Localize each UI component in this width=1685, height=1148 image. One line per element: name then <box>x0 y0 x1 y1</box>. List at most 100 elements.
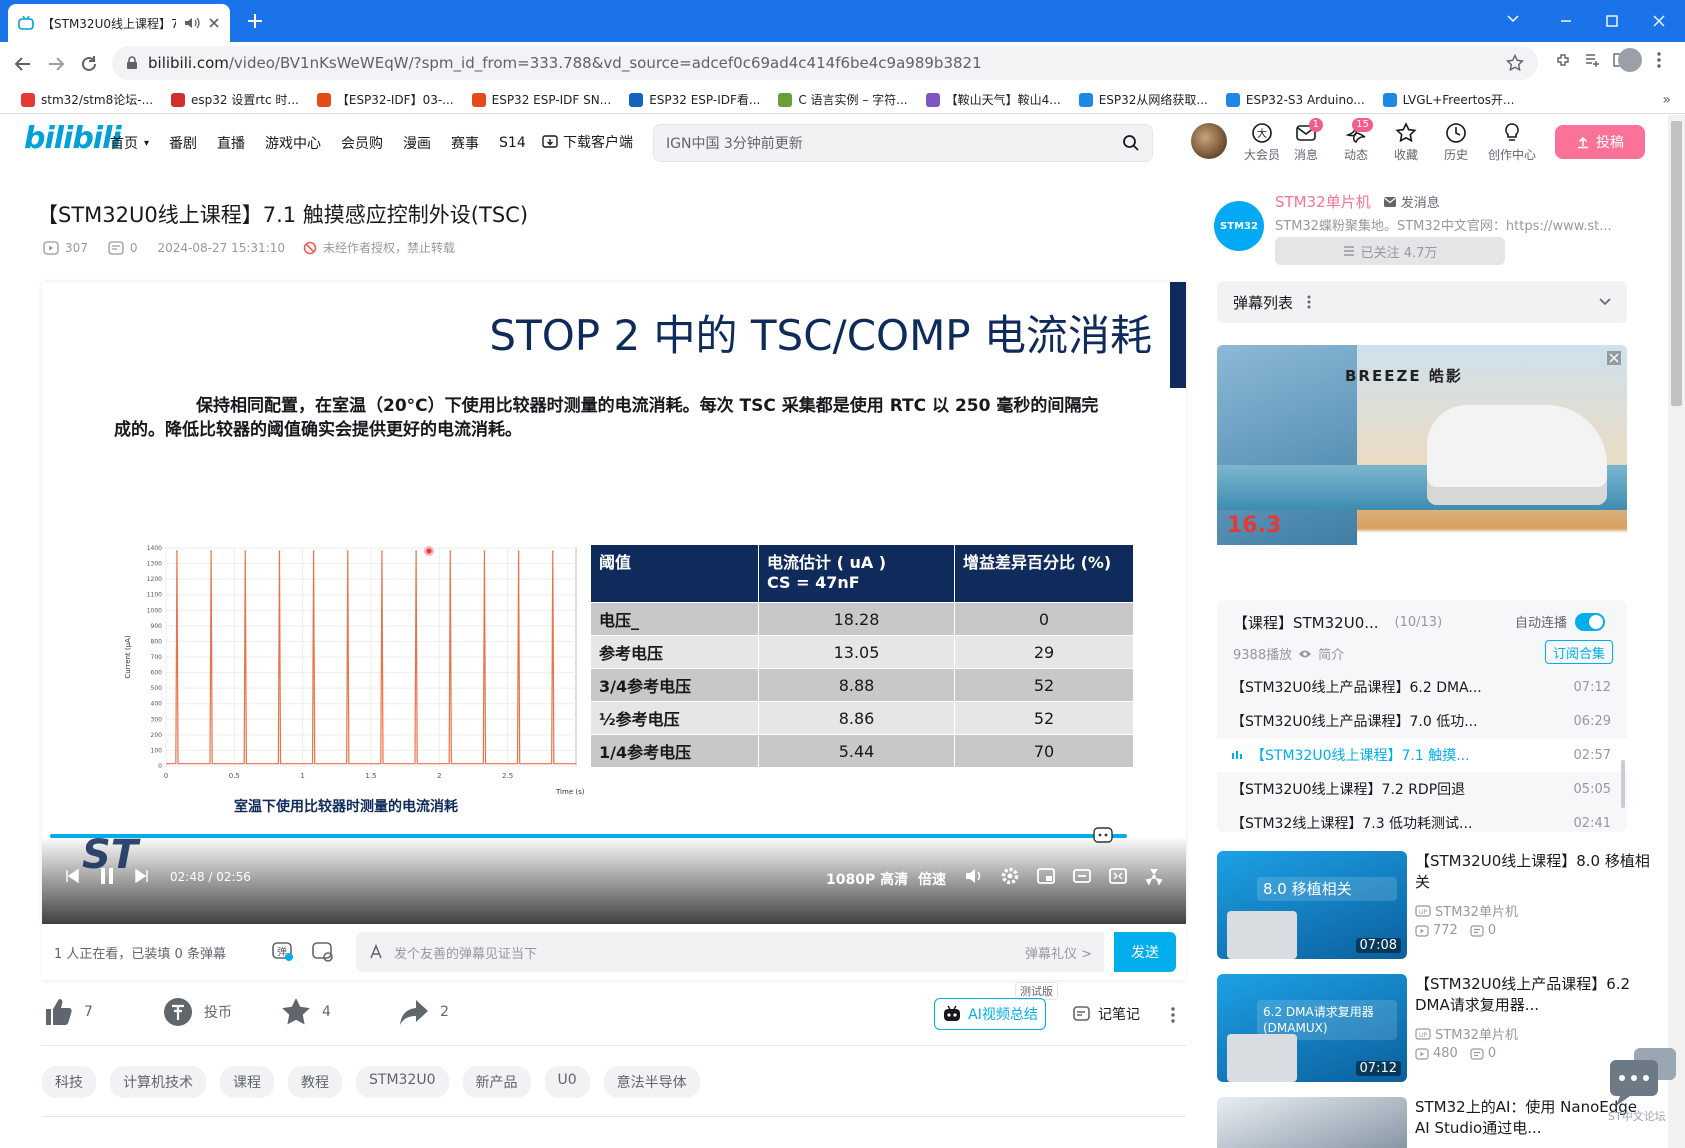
nav-item[interactable]: 番剧 <box>169 133 197 153</box>
playlist-title[interactable]: 【课程】STM32U0... <box>1233 612 1379 633</box>
bookmark-item[interactable]: 【鞍山天气】鞍山4... <box>917 91 1070 108</box>
like-button[interactable]: 7 <box>42 996 93 1028</box>
chevron-down-icon[interactable] <box>1599 298 1611 306</box>
more-kebab-icon[interactable] <box>1170 1006 1176 1024</box>
message-button[interactable]: 发消息 <box>1383 192 1440 211</box>
playlist-item[interactable]: 【STM32U0线上产品课程】6.2 DMA... 07:12 <box>1217 670 1627 704</box>
header-favorites-button[interactable]: 收藏 <box>1394 122 1418 163</box>
danmaku-input[interactable]: 发个友善的弹幕见证当下 弹幕礼仪 > <box>356 932 1104 972</box>
header-dynamic-button[interactable]: 15 动态 <box>1344 118 1373 163</box>
web-fullscreen-icon[interactable] <box>1108 867 1128 885</box>
playlist-item[interactable]: 【STM32U0线上产品课程】7.0 低功... 06:29 <box>1217 704 1627 738</box>
playlist-scrollbar[interactable] <box>1621 760 1625 808</box>
danmaku-toggle-icon[interactable]: 弹 <box>270 939 294 963</box>
progress-thumb-icon[interactable] <box>1092 824 1114 844</box>
ai-summary-button[interactable]: AI视频总结 <box>934 998 1046 1030</box>
user-avatar[interactable] <box>1191 123 1227 159</box>
recommend-title[interactable]: 【STM32U0线上产品课程】6.2 DMA请求复用器... <box>1415 974 1655 1016</box>
playlist-item[interactable]: 【STM32线上课程】7.3 低功耗测试... 02:41 <box>1217 806 1627 833</box>
recommend-title[interactable]: 【STM32U0线上课程】8.0 移植相关 <box>1415 851 1655 893</box>
nav-chevron-down-icon[interactable]: ▾ <box>144 138 149 149</box>
share-button[interactable]: 2 <box>398 996 449 1028</box>
tag-item[interactable]: 课程 <box>220 1066 274 1098</box>
danmaku-send-button[interactable]: 发送 <box>1114 932 1176 972</box>
playlist-item[interactable]: 【STM32U0线上课程】7.2 RDP回退 05:05 <box>1217 772 1627 806</box>
settings-gear-icon[interactable] <box>1000 866 1020 886</box>
bookmark-item[interactable]: ESP32从网络获取... <box>1070 91 1217 108</box>
reading-list-icon[interactable] <box>1584 52 1600 68</box>
uploader-avatar[interactable]: STM32 <box>1214 201 1264 251</box>
header-creator-center-button[interactable]: 创作中心 <box>1488 122 1536 163</box>
follow-button[interactable]: 已关注 4.7万 <box>1275 237 1505 265</box>
recommend-thumbnail[interactable] <box>1217 1097 1407 1148</box>
header-history-button[interactable]: 历史 <box>1444 122 1468 163</box>
volume-icon[interactable] <box>964 867 984 885</box>
recommend-thumbnail[interactable]: 6.2 DMA请求复用器 (DMAMUX) 07:12 <box>1217 974 1407 1082</box>
playlist-item[interactable]: 【STM32U0线上课程】7.1 触摸... 02:57 <box>1217 738 1627 772</box>
subscribe-collection-button[interactable]: 订阅合集 <box>1545 640 1613 664</box>
bookmark-item[interactable]: ESP32-S3 Arduino... <box>1217 92 1374 107</box>
fullscreen-icon[interactable] <box>1144 867 1164 887</box>
favorite-button[interactable]: 4 <box>280 996 331 1028</box>
ad-close-icon[interactable] <box>1607 351 1621 365</box>
danmaku-settings-icon[interactable] <box>310 939 334 963</box>
pause-icon[interactable] <box>98 866 116 886</box>
playlist-intro[interactable]: 简介 <box>1318 644 1344 663</box>
nav-item[interactable]: 首页 <box>110 133 138 153</box>
bookmark-item[interactable]: 【ESP32-IDF】03-... <box>308 91 463 108</box>
bookmark-star-icon[interactable] <box>1506 54 1524 72</box>
coin-button[interactable]: 投币 <box>162 996 232 1028</box>
prev-icon[interactable] <box>64 868 80 884</box>
bookmark-item[interactable]: C 语言实例 – 字符... <box>769 91 916 108</box>
window-close-icon[interactable] <box>1652 14 1666 28</box>
back-icon[interactable] <box>14 55 32 73</box>
progress-track[interactable] <box>50 834 1178 838</box>
speed-button[interactable]: 倍速 <box>918 869 946 889</box>
nav-item[interactable]: 漫画 <box>403 133 431 153</box>
bookmark-item[interactable]: ESP32 ESP-IDF看... <box>620 91 769 108</box>
pip-icon[interactable] <box>1036 867 1056 885</box>
autoplay-switch[interactable] <box>1575 612 1606 631</box>
tag-item[interactable]: U0 <box>544 1066 590 1098</box>
recommend-card[interactable]: 6.2 DMA请求复用器 (DMAMUX) 07:12 【STM32U0线上产品课程… <box>1217 974 1657 1082</box>
bilibili-logo[interactable]: bilibili <box>24 121 122 156</box>
forward-icon[interactable] <box>47 55 65 73</box>
autoplay-toggle[interactable]: 自动连播 <box>1515 612 1606 631</box>
recommend-thumbnail[interactable]: 8.0 移植相关 07:08 <box>1217 851 1407 959</box>
ad-banner[interactable]: BREEZE 皓影 16.3 <box>1217 345 1627 580</box>
speaker-icon[interactable] <box>184 16 200 30</box>
profile-avatar[interactable] <box>1618 48 1642 72</box>
tab-search-icon[interactable] <box>1506 14 1520 24</box>
quality-button[interactable]: 1080P 高清 <box>826 869 908 889</box>
widescreen-icon[interactable] <box>1072 867 1092 885</box>
tab-close-icon[interactable] <box>208 17 220 29</box>
notes-button[interactable]: 记笔记 <box>1072 1004 1140 1024</box>
menu-kebab-icon[interactable] <box>1656 51 1662 69</box>
tag-item[interactable]: 教程 <box>288 1066 342 1098</box>
maximize-icon[interactable] <box>1605 14 1619 28</box>
text-style-icon[interactable] <box>368 944 384 960</box>
tag-item[interactable]: 新产品 <box>462 1066 531 1098</box>
bookmark-item[interactable]: esp32 设置rtc 时... <box>162 91 308 108</box>
recommend-card[interactable]: 8.0 移植相关 07:08 【STM32U0线上课程】8.0 移植相关 UP STM3… <box>1217 851 1657 959</box>
danmaku-list-header[interactable]: 弹幕列表 <box>1217 281 1627 323</box>
new-tab-icon[interactable] <box>246 12 264 30</box>
nav-item[interactable]: 直播 <box>217 133 245 153</box>
nav-item[interactable]: 游戏中心 <box>265 133 321 153</box>
recommend-uploader[interactable]: UP STM32单片机 <box>1415 901 1518 920</box>
browser-tab[interactable]: 【STM32U0线上课程】7 <box>8 4 230 42</box>
forum-chat-widget[interactable]: ST中文论坛 <box>1608 1044 1680 1128</box>
page-scrollbar[interactable] <box>1668 115 1685 1148</box>
search-input[interactable]: IGN中国 3分钟前更新 <box>653 124 1153 162</box>
tag-item[interactable]: 意法半导体 <box>603 1066 700 1098</box>
search-icon[interactable] <box>1122 134 1140 152</box>
next-icon[interactable] <box>134 868 150 884</box>
bookmark-item[interactable]: LVGL+Freertos开... <box>1374 91 1524 108</box>
uploader-name[interactable]: STM32单片机 <box>1275 191 1371 212</box>
header-message-button[interactable]: 1 消息 <box>1294 118 1323 163</box>
nav-item[interactable]: 赛事 <box>451 133 479 153</box>
recommend-uploader[interactable]: UP STM32单片机 <box>1415 1024 1518 1043</box>
tag-item[interactable]: STM32U0 <box>356 1066 449 1098</box>
scrollbar-thumb[interactable] <box>1671 121 1682 406</box>
url-field[interactable]: bilibili.com/video/BV1nKsWeWEqW/?spm_id_… <box>112 46 1538 80</box>
